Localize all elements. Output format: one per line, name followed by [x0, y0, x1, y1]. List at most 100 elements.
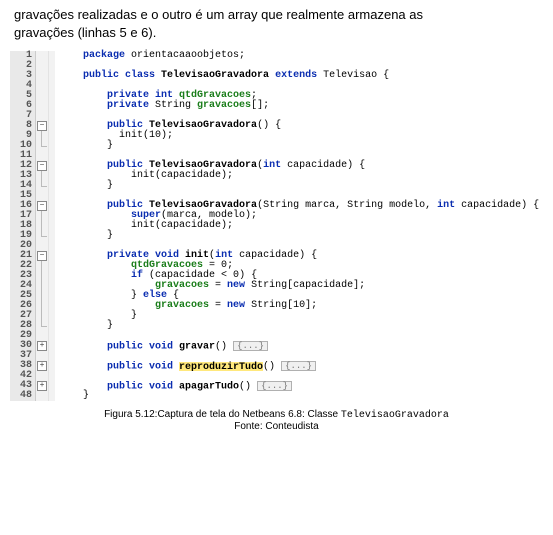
code-text: } [55, 311, 547, 321]
folded-block[interactable]: {...} [233, 341, 268, 351]
code-text: public void gravar() {...} [55, 341, 547, 351]
code-token: Televisao { [317, 70, 389, 81]
code-token: String[capacidade]; [245, 280, 365, 291]
line-number: 1 [10, 51, 36, 61]
fold-gutter[interactable]: − [36, 161, 49, 171]
brace-close: } [107, 140, 113, 151]
line-number: 3 [10, 71, 36, 81]
code-editor-panel: 1 package orientacaaoobjetos; 2 3 public… [10, 51, 547, 401]
code-token: capacidade) { [281, 160, 365, 171]
fold-gutter [36, 51, 49, 61]
folded-block[interactable]: {...} [257, 381, 292, 391]
brace-close: } [107, 180, 113, 191]
code-line: 42 [10, 371, 547, 381]
fold-toggle-icon[interactable]: − [37, 201, 47, 211]
fold-toggle-icon[interactable]: + [37, 341, 47, 351]
fold-toggle-icon[interactable]: − [37, 161, 47, 171]
code-token: orientacaaoobjetos; [125, 50, 245, 61]
code-token: capacidade) { [233, 250, 317, 261]
fold-gutter[interactable]: − [36, 201, 49, 211]
field-gravacoes: gravacoes [155, 300, 209, 311]
keyword-new: new [227, 300, 245, 311]
code-text: } [55, 181, 547, 191]
code-text: public void reproduzirTudo() {...} [55, 361, 547, 371]
keyword-public-class: public class [83, 70, 161, 81]
line-number: 5 [10, 91, 36, 101]
code-token: ); [161, 130, 173, 141]
code-token: () { [257, 120, 281, 131]
code-text: public class TelevisaoGravadora extends … [55, 71, 547, 81]
code-token: String [149, 100, 197, 111]
fold-gutter[interactable]: − [36, 251, 49, 261]
code-token: String[ [245, 300, 293, 311]
code-line: 38 + public void reproduzirTudo() {...} [10, 361, 547, 371]
brace-close: } [131, 310, 137, 321]
code-token: ]; [305, 300, 317, 311]
line-number: 48 [10, 391, 36, 401]
class-name: TelevisaoGravadora [161, 70, 269, 81]
keyword-new: new [227, 280, 245, 291]
fold-gutter[interactable]: + [36, 381, 49, 391]
code-text: init(capacidade); [55, 221, 547, 231]
code-text: } [55, 231, 547, 241]
line-number: 2 [10, 61, 36, 71]
intro-line2: gravações (linhas 5 e 6). [14, 25, 156, 40]
number-literal: 10 [149, 130, 161, 141]
code-line: 29 [10, 331, 547, 341]
fold-gutter [36, 71, 49, 81]
line-number: 7 [10, 111, 36, 121]
keyword-extends: extends [275, 70, 317, 81]
code-line: 37 [10, 351, 547, 361]
fold-gutter [36, 61, 49, 71]
code-token: init(capacidade); [131, 220, 233, 231]
code-token: = [209, 300, 227, 311]
folded-block[interactable]: {...} [281, 361, 316, 371]
fold-toggle-icon[interactable]: + [37, 361, 47, 371]
keyword-package: package [83, 50, 125, 61]
brace-close: } [107, 230, 113, 241]
field-gravacoes: gravacoes [197, 100, 251, 111]
code-token: = [209, 280, 227, 291]
intro-paragraph: gravações realizadas e o outro é um arra… [0, 0, 553, 49]
code-line: 14 } [10, 181, 547, 191]
code-text: } [55, 321, 547, 331]
code-line: 6 private String gravacoes[]; [10, 101, 547, 111]
number-literal: 10 [293, 300, 305, 311]
code-text: } [55, 141, 547, 151]
code-text: private String gravacoes[]; [55, 101, 547, 111]
fold-toggle-icon[interactable]: − [37, 251, 47, 261]
code-token: []; [251, 100, 269, 111]
code-text: init(10); [55, 131, 547, 141]
code-token: init( [119, 130, 149, 141]
code-token: (String marca, String modelo, [257, 200, 437, 211]
code-token: init(capacidade); [131, 170, 233, 181]
code-line: 30 + public void gravar() {...} [10, 341, 547, 351]
code-line: 19 } [10, 231, 547, 241]
brace-close: } [83, 390, 89, 401]
keyword-int: int [263, 160, 281, 171]
intro-line1: gravações realizadas e o outro é um arra… [14, 7, 423, 22]
caption-classname: TelevisaoGravadora [341, 410, 449, 421]
code-text: } [55, 391, 547, 401]
code-line: 48 } [10, 391, 547, 401]
keyword-private: private [107, 100, 149, 111]
code-line: 28 } [10, 321, 547, 331]
code-line: 3 public class TelevisaoGravadora extend… [10, 71, 547, 81]
brace-close: } [107, 320, 113, 331]
keyword-int: int [437, 200, 455, 211]
fold-toggle-icon[interactable]: + [37, 381, 47, 391]
fold-toggle-icon[interactable]: − [37, 121, 47, 131]
code-line: 1 package orientacaaoobjetos; [10, 51, 547, 61]
code-text: init(capacidade); [55, 171, 547, 181]
fold-gutter[interactable]: − [36, 121, 49, 131]
code-line: 10 } [10, 141, 547, 151]
code-text: package orientacaaoobjetos; [55, 51, 547, 61]
code-text: public void apagarTudo() {...} [55, 381, 547, 391]
fold-gutter[interactable]: + [36, 361, 49, 371]
line-number: 8 [10, 121, 36, 131]
fold-gutter[interactable]: + [36, 341, 49, 351]
figure-caption-source: Fonte: Conteudista [0, 421, 553, 432]
figure-caption: Figura 5.12:Captura de tela do Netbeans … [0, 409, 553, 421]
line-number: 6 [10, 101, 36, 111]
caption-text: Figura 5.12:Captura de tela do Netbeans … [104, 409, 341, 420]
